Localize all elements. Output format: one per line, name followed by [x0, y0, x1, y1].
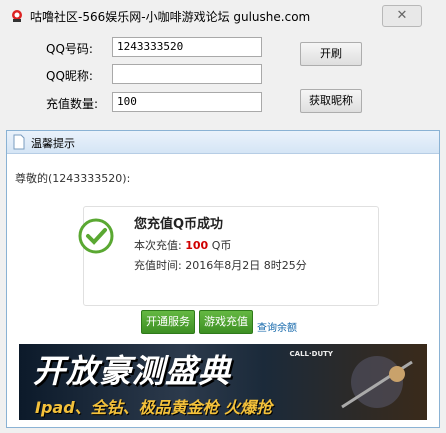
ad-banner[interactable]: 开放豪测盛典 Ipad、全钻、极品黄金枪 火爆抢 CALL·DUTY	[19, 344, 427, 420]
dialog-title: 温馨提示	[31, 137, 75, 150]
nick-input[interactable]	[112, 64, 262, 84]
refresh-button[interactable]: 开刷	[300, 42, 362, 66]
time-prefix: 充值时间:	[134, 259, 182, 272]
recharge-time-line: 充值时间: 2016年8月2日 8时25分	[134, 257, 307, 273]
page-icon	[13, 134, 25, 150]
banner-logo: CALL·DUTY	[289, 350, 333, 358]
close-icon: ✕	[396, 8, 408, 23]
tip-dialog: 温馨提示 尊敬的(1243333520): 您充值Q币成功 本次充值: 100 …	[6, 130, 440, 428]
result-panel: 您充值Q币成功 本次充值: 100 Q币 充值时间: 2016年8月2日 8时2…	[78, 206, 379, 306]
title-bar: 咕噜社区-566娱乐网-小咖啡游戏论坛 gulushe.com ✕	[0, 0, 446, 30]
app-icon	[12, 10, 22, 22]
window-title: 咕噜社区-566娱乐网-小咖啡游戏论坛 gulushe.com	[30, 10, 311, 24]
close-button[interactable]: ✕	[382, 5, 422, 27]
qq-input[interactable]: 1243333520	[112, 37, 262, 57]
dialog-header: 温馨提示	[7, 131, 439, 154]
game-recharge-button[interactable]: 游戏充值	[199, 310, 253, 334]
greeting-text: 尊敬的(1243333520):	[15, 172, 131, 185]
time-value: 2016年8月2日 8时25分	[185, 259, 307, 272]
amount-prefix: 本次充值:	[134, 239, 182, 252]
get-nickname-button[interactable]: 获取昵称	[300, 89, 362, 113]
open-service-button[interactable]: 开通服务	[141, 310, 195, 334]
nick-label: QQ昵称:	[46, 69, 93, 83]
amount-value: 100	[185, 239, 209, 252]
success-check-icon	[78, 218, 114, 254]
banner-subline: Ipad、全钻、极品黄金枪 火爆抢	[35, 398, 273, 417]
banner-headline: 开放豪测盛典	[33, 352, 232, 390]
qq-label: QQ号码:	[46, 42, 93, 56]
success-title: 您充值Q币成功	[134, 217, 224, 232]
recharge-amount-line: 本次充值: 100 Q币	[134, 237, 231, 253]
amount-label: 充值数量:	[46, 97, 99, 111]
soldier-image	[341, 356, 413, 409]
query-balance-link[interactable]: 查询余额	[257, 319, 297, 334]
amount-unit: Q币	[211, 239, 232, 252]
amount-input[interactable]: 100	[112, 92, 262, 112]
